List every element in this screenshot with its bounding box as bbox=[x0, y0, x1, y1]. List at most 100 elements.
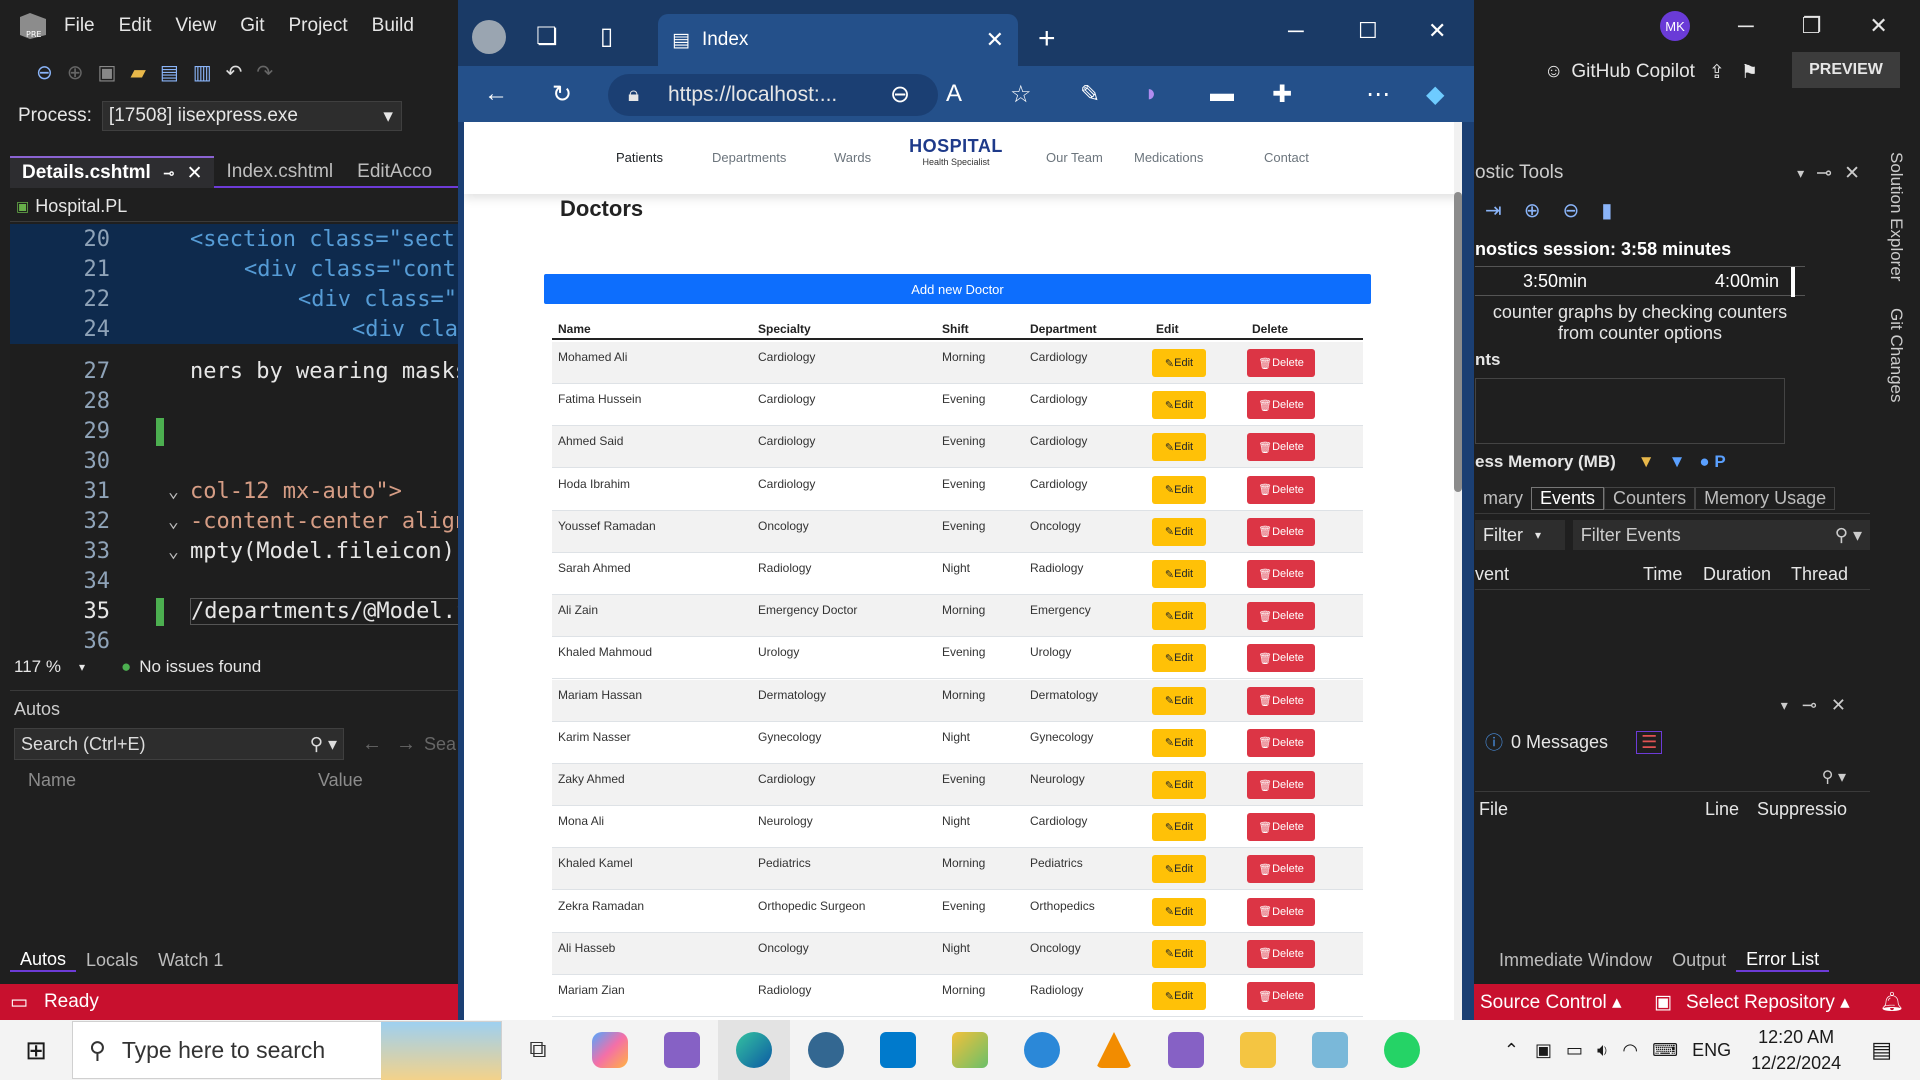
notifications-icon[interactable]: ▤ bbox=[1871, 1037, 1892, 1063]
browser-tab-index[interactable]: ▤ Index ✕ bbox=[658, 14, 1018, 66]
output-icon[interactable]: ▭ bbox=[10, 991, 28, 1014]
language-indicator[interactable]: ENG bbox=[1692, 1040, 1731, 1061]
page-scrollbar[interactable] bbox=[1454, 122, 1462, 1020]
pin-icon[interactable]: ⊸ bbox=[1816, 162, 1832, 185]
preview-badge[interactable]: PREVIEW bbox=[1792, 52, 1900, 88]
zoom-out-icon[interactable]: ⊖ bbox=[1563, 198, 1580, 223]
refresh-icon[interactable]: ↻ bbox=[552, 80, 572, 109]
tab-details-cshtml[interactable]: Details.cshtml ⊸ ✕ bbox=[10, 156, 215, 188]
wifi-icon[interactable]: ◠ bbox=[1622, 1040, 1638, 1061]
profile-avatar[interactable] bbox=[472, 20, 506, 54]
chart-icon[interactable]: ▮ bbox=[1601, 198, 1612, 223]
edit-button[interactable]: ✎ Edit bbox=[1152, 771, 1206, 799]
close-icon[interactable]: ✕ bbox=[1428, 18, 1446, 44]
pin-icon[interactable]: ⊸ bbox=[163, 165, 175, 182]
eyedropper-icon[interactable]: ✎ bbox=[1080, 80, 1100, 109]
zoom-icon[interactable]: ⊖ bbox=[890, 80, 910, 109]
edit-button[interactable]: ✎ Edit bbox=[1152, 560, 1206, 588]
chevron-down-icon[interactable]: ▾ bbox=[79, 660, 85, 674]
tab-memory-usage[interactable]: Memory Usage bbox=[1695, 487, 1836, 510]
new-tab-icon[interactable]: + bbox=[1038, 22, 1056, 56]
delete-button[interactable]: 🗑︎ Delete bbox=[1247, 560, 1315, 588]
project-dropdown[interactable]: ▣ Hospital.PL bbox=[10, 192, 460, 222]
source-control-button[interactable]: Source Control ▴ bbox=[1480, 991, 1622, 1014]
save-icon[interactable]: ▤ bbox=[160, 60, 179, 85]
edit-button[interactable]: ✎ Edit bbox=[1152, 813, 1206, 842]
delete-button[interactable]: 🗑︎ Delete bbox=[1247, 686, 1315, 715]
edit-button[interactable]: ✎ Edit bbox=[1152, 855, 1206, 884]
tab-locals[interactable]: Locals bbox=[76, 950, 148, 971]
nav-patients[interactable]: Patients bbox=[616, 150, 663, 165]
url-field[interactable]: 🔒︎ https://localhost:... bbox=[608, 74, 938, 116]
menu-view[interactable]: View bbox=[175, 15, 216, 37]
delete-button[interactable]: 🗑︎ Delete bbox=[1247, 644, 1315, 673]
vscode-app[interactable] bbox=[862, 1020, 934, 1080]
pin-icon[interactable]: ⊸ bbox=[1802, 695, 1817, 716]
delete-button[interactable]: 🗑︎ Delete bbox=[1247, 771, 1315, 799]
read-aloud-icon[interactable]: A bbox=[946, 80, 962, 108]
issues-status[interactable]: No issues found bbox=[139, 657, 261, 677]
save-all-icon[interactable]: ▥ bbox=[193, 60, 212, 85]
filter-events-input[interactable]: Filter Events ⚲ ▾ bbox=[1572, 520, 1870, 550]
menu-project[interactable]: Project bbox=[289, 15, 348, 37]
scroll-thumb[interactable] bbox=[1454, 192, 1462, 492]
notification-bell-icon[interactable]: 🔔︎ bbox=[1880, 990, 1904, 1014]
messages-filter[interactable]: 0 Messages bbox=[1511, 732, 1608, 753]
nav-our-team[interactable]: Our Team bbox=[1046, 150, 1103, 165]
close-icon[interactable]: ✕ bbox=[187, 162, 203, 185]
start-button[interactable]: ⊞ bbox=[0, 1035, 72, 1066]
select-repository-button[interactable]: Select Repository ▴ bbox=[1686, 991, 1850, 1014]
vs-preview-app[interactable] bbox=[1150, 1020, 1222, 1080]
open-folder-icon[interactable]: ▰ bbox=[130, 60, 145, 85]
edit-button[interactable]: ✎ Edit bbox=[1152, 982, 1206, 1010]
edit-button[interactable]: ✎ Edit bbox=[1152, 517, 1206, 546]
chevron-down-icon[interactable]: ▾ bbox=[1781, 697, 1788, 714]
edit-button[interactable]: ✎ Edit bbox=[1152, 475, 1206, 504]
tab-editaccount[interactable]: EditAcco bbox=[345, 156, 444, 188]
filter-dropdown[interactable]: Filter ▾ bbox=[1475, 520, 1565, 550]
clock[interactable]: 12:20 AM 12/22/2024 bbox=[1751, 1024, 1841, 1076]
feedback-icon[interactable]: ⚑ bbox=[1741, 61, 1758, 84]
delete-button[interactable]: 🗑︎ Delete bbox=[1247, 602, 1315, 631]
notes-app[interactable] bbox=[1294, 1020, 1366, 1080]
chevron-down-icon[interactable]: ▾ bbox=[1797, 165, 1804, 182]
vertical-tabs-icon[interactable]: ▯ bbox=[600, 22, 613, 51]
code-editor[interactable]: 20 <section class="sect 21 <div class="con… bbox=[10, 224, 471, 654]
nav-departments[interactable]: Departments bbox=[712, 150, 786, 165]
close-tab-icon[interactable]: ✕ bbox=[986, 27, 1004, 53]
delete-button[interactable]: 🗑︎ Delete bbox=[1247, 728, 1315, 757]
copilot-app[interactable] bbox=[574, 1020, 646, 1080]
tab-immediate-window[interactable]: Immediate Window bbox=[1489, 950, 1662, 971]
tab-watch-1[interactable]: Watch 1 bbox=[148, 950, 233, 971]
battery-icon[interactable]: ▭ bbox=[1566, 1040, 1583, 1061]
chevron-up-icon[interactable]: ⌃ bbox=[1504, 1040, 1519, 1061]
edit-button[interactable]: ✎ Edit bbox=[1152, 897, 1206, 926]
forward-nav-icon[interactable]: ⊕ bbox=[67, 60, 84, 85]
delete-button[interactable]: 🗑︎ Delete bbox=[1247, 349, 1315, 377]
back-arrow-icon[interactable]: ← bbox=[362, 733, 382, 756]
new-item-icon[interactable]: ▣ bbox=[98, 60, 117, 85]
close-icon[interactable]: ✕ bbox=[1844, 162, 1860, 185]
vlc-app[interactable] bbox=[1078, 1020, 1150, 1080]
whatsapp-app[interactable] bbox=[1366, 1020, 1438, 1080]
collapse-icon[interactable]: ⌄ bbox=[168, 481, 179, 502]
github-copilot-button[interactable]: GitHub Copilot bbox=[1571, 61, 1695, 83]
paint-app[interactable] bbox=[934, 1020, 1006, 1080]
collapse-icon[interactable]: ⌄ bbox=[168, 541, 179, 562]
extension-icon[interactable]: ◗ bbox=[1144, 80, 1159, 108]
site-brand[interactable]: HOSPITAL Health Specialist bbox=[906, 136, 1006, 167]
nav-medications[interactable]: Medications bbox=[1134, 150, 1203, 165]
postgres-app[interactable] bbox=[790, 1020, 862, 1080]
user-avatar[interactable]: MK bbox=[1660, 11, 1690, 41]
maximize-icon[interactable]: ☐ bbox=[1358, 18, 1378, 44]
workspaces-icon[interactable]: ❏ bbox=[536, 22, 558, 51]
delete-button[interactable]: 🗑︎ Delete bbox=[1247, 391, 1315, 420]
tab-output[interactable]: Output bbox=[1662, 950, 1736, 971]
edit-button[interactable]: ✎ Edit bbox=[1152, 433, 1206, 462]
tab-autos[interactable]: Autos bbox=[10, 949, 77, 972]
favorite-star-icon[interactable]: ☆ bbox=[1010, 80, 1032, 109]
tab-events[interactable]: Events bbox=[1531, 487, 1605, 510]
back-icon[interactable]: ← bbox=[484, 80, 508, 108]
delete-button[interactable]: 🗑︎ Delete bbox=[1247, 813, 1315, 842]
export-icon[interactable]: ⇥ bbox=[1485, 198, 1502, 223]
